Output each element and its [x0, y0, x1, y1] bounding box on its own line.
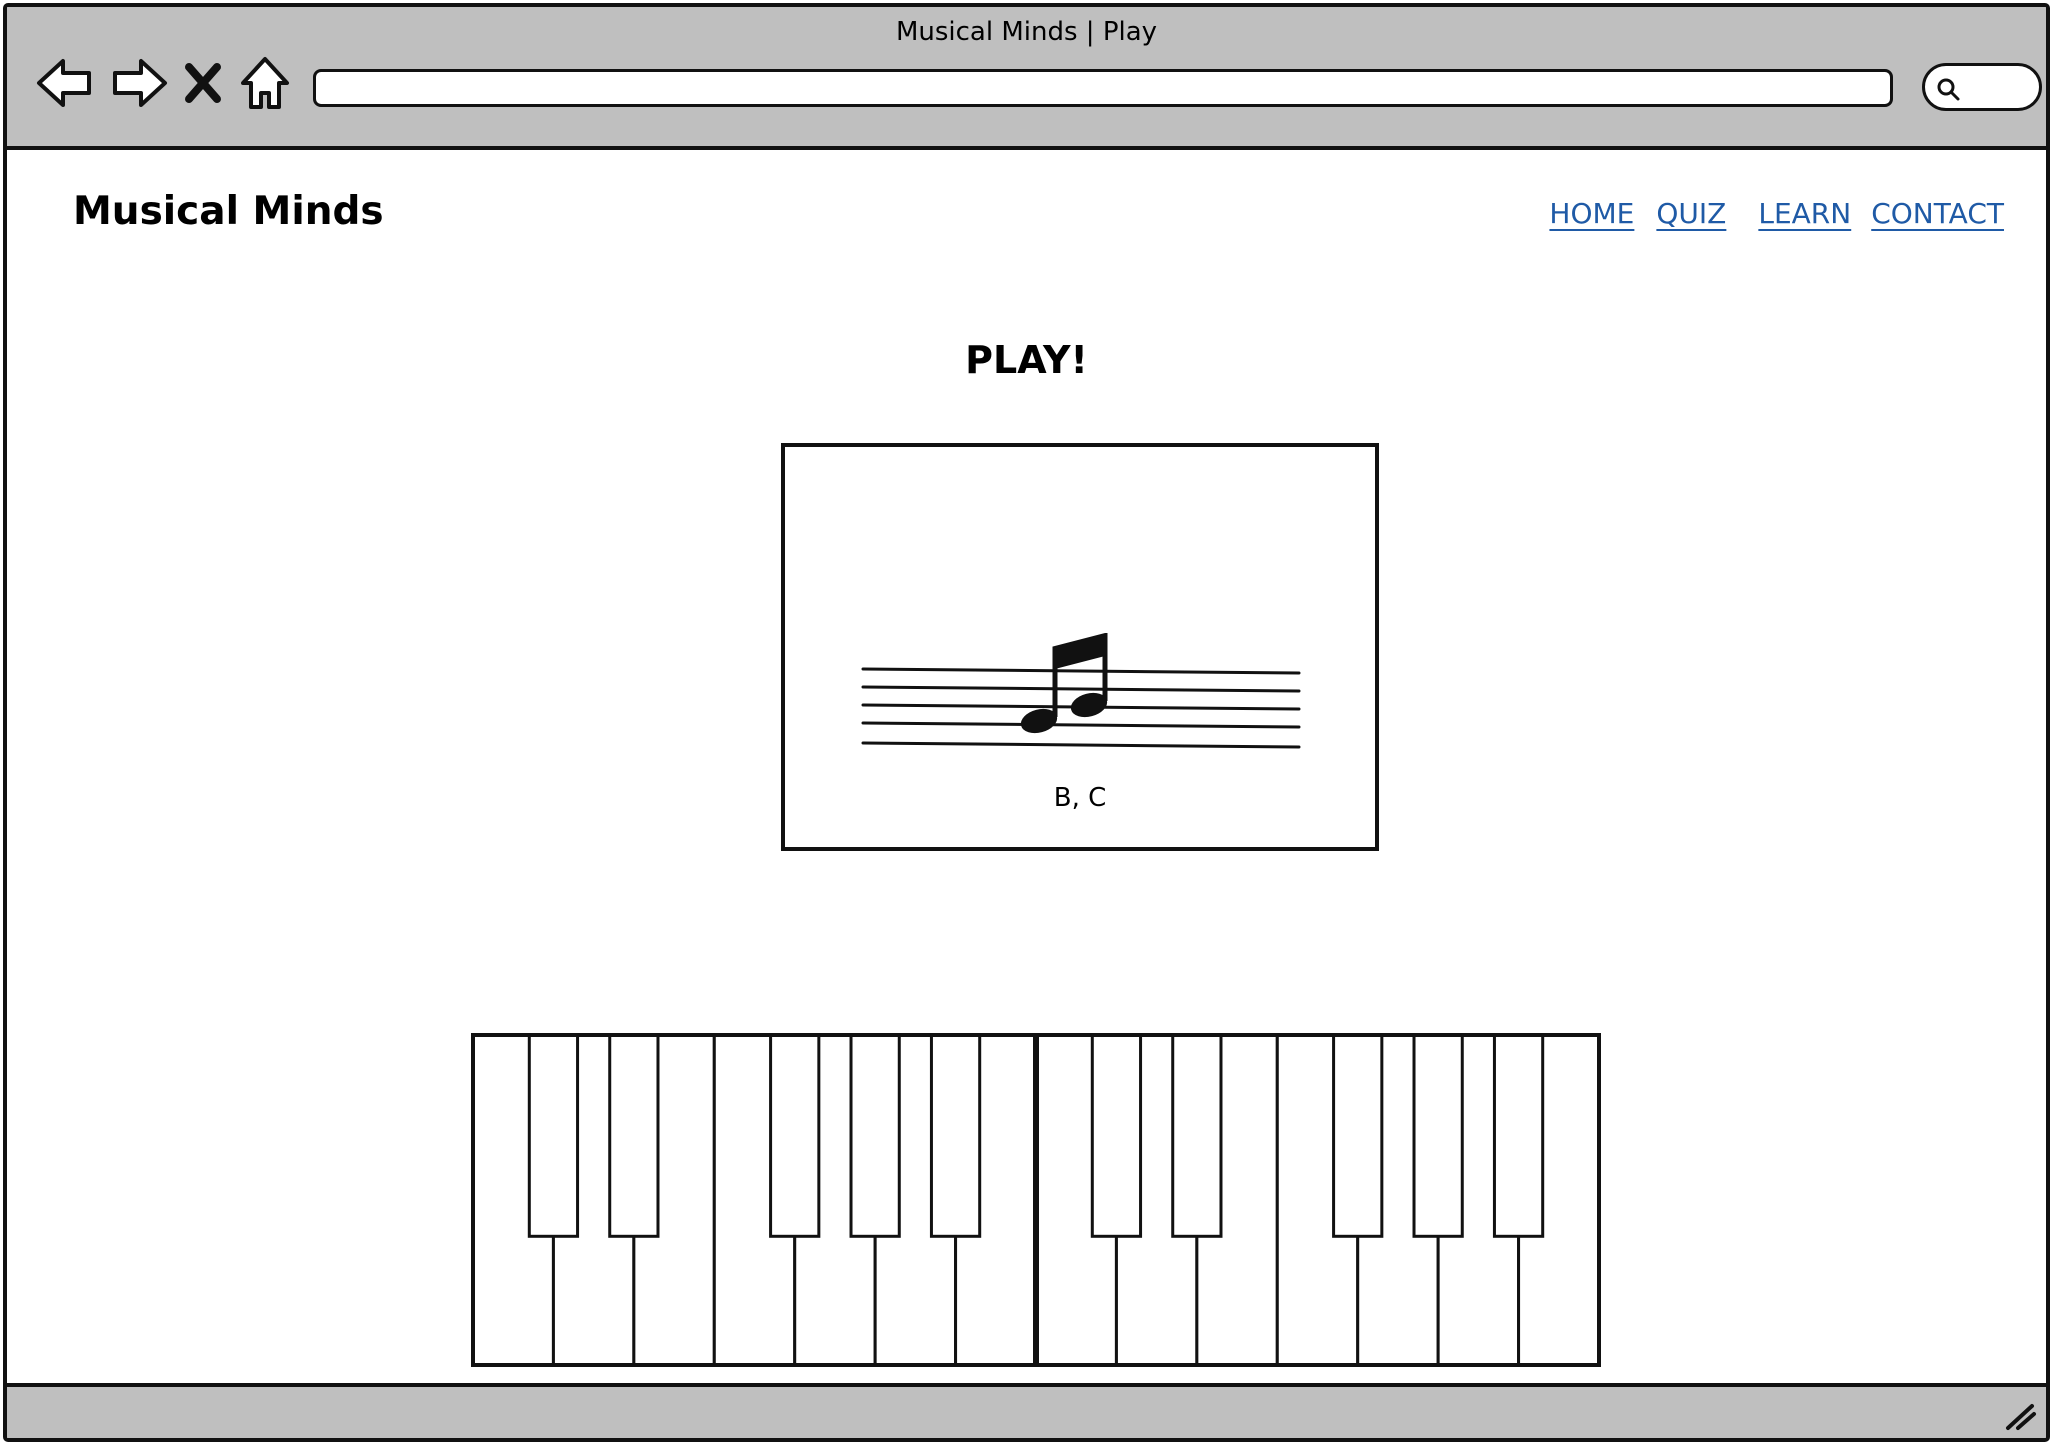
nav-link-home[interactable]: HOME: [1549, 197, 1634, 230]
piano-keyboard[interactable]: [471, 1033, 1601, 1369]
close-x-icon: [185, 63, 221, 103]
window-title: Musical Minds | Play: [895, 17, 1158, 47]
piano-black-key[interactable]: [1492, 1033, 1545, 1238]
magnifier-icon: [1937, 78, 1960, 101]
piano-black-key[interactable]: [929, 1033, 982, 1238]
back-button[interactable]: [33, 51, 97, 115]
piano-black-key[interactable]: [527, 1033, 580, 1238]
piano-black-key[interactable]: [1412, 1033, 1464, 1238]
note-answer-label: B, C: [1053, 783, 1107, 813]
back-arrow-icon: [37, 59, 91, 107]
nav-link-quiz[interactable]: QUIZ: [1656, 197, 1726, 230]
note-card: B, C: [781, 443, 1379, 851]
nav-link-learn[interactable]: LEARN: [1758, 197, 1851, 230]
piano-black-key[interactable]: [849, 1033, 901, 1238]
piano-black-key[interactable]: [1090, 1033, 1143, 1238]
home-button[interactable]: [237, 51, 293, 115]
nav-link-contact[interactable]: CONTACT: [1871, 197, 2004, 230]
home-icon: [241, 57, 289, 109]
search-field[interactable]: [1922, 63, 2042, 111]
main-nav: HOME QUIZ LEARN CONTACT: [1549, 197, 2004, 230]
stop-button[interactable]: [179, 51, 227, 115]
browser-toolbar: Musical Minds | Play: [7, 7, 2046, 150]
status-bar: [7, 1383, 2046, 1438]
page-title: PLAY!: [965, 338, 1088, 383]
forward-button[interactable]: [107, 51, 171, 115]
forward-arrow-icon: [113, 59, 167, 107]
browser-window: Musical Minds | Play Musical Minds HOME …: [3, 3, 2050, 1442]
resize-grip-icon[interactable]: [2002, 1396, 2038, 1432]
site-logo[interactable]: Musical Minds: [73, 189, 384, 234]
piano-black-key[interactable]: [769, 1033, 821, 1238]
address-bar[interactable]: [313, 69, 1893, 107]
piano-black-key[interactable]: [608, 1033, 660, 1238]
staff-with-eighth-notes-icon: [861, 633, 1301, 749]
piano-black-key[interactable]: [1171, 1033, 1223, 1238]
piano-black-key[interactable]: [1332, 1033, 1384, 1238]
